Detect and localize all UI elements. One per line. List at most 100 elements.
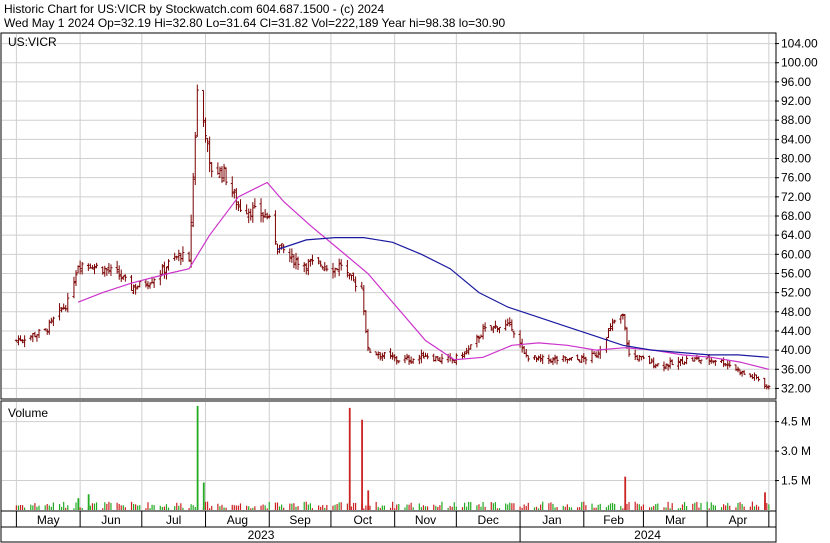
volume-bar (81, 507, 83, 510)
volume-bar (19, 505, 22, 510)
volume-bar (614, 504, 616, 510)
volume-bar (449, 506, 451, 510)
volume-bar (73, 508, 75, 510)
volume-bar (521, 507, 523, 510)
volume-bar (708, 508, 710, 510)
volume-bar (727, 502, 729, 510)
volume-bar (332, 505, 334, 510)
volume-bar (283, 507, 285, 510)
volume-bar (451, 506, 453, 510)
volume-bar (739, 502, 741, 510)
volume-bar (363, 508, 365, 510)
volume-bar (542, 501, 544, 510)
volume-bar (36, 506, 38, 510)
volume-bar (235, 505, 237, 510)
volume-bar (435, 505, 437, 510)
volume-bar (254, 506, 256, 510)
volume-bar (757, 506, 760, 510)
volume-bar (710, 502, 712, 510)
volume-bar (260, 505, 262, 510)
volume-bar (498, 508, 501, 510)
volume-bar (437, 506, 439, 510)
volume-bar (642, 504, 645, 510)
volume-bar (548, 503, 550, 510)
volume-bar (334, 504, 336, 510)
price-axis: 104.00 100.00 96.00 92.00 88.00 84.00 80.00 76.… (775, 37, 818, 395)
volume-bar (593, 507, 595, 510)
volume-bar (320, 506, 322, 510)
volume-bar (30, 504, 32, 510)
volume-bar (303, 501, 305, 510)
volume-bar (751, 501, 753, 510)
volume-bar (466, 506, 468, 510)
volume-bar (297, 506, 299, 510)
volume-bar (540, 504, 542, 510)
volume-bar (527, 502, 529, 510)
volume-bar (696, 501, 698, 510)
volume-bar (749, 506, 751, 510)
price-tick-label: 92.00 (781, 94, 811, 108)
month-label: Apr (729, 513, 748, 527)
price-tick-label: 36.00 (781, 362, 811, 376)
volume-bar (217, 503, 219, 510)
volume-bar (396, 504, 398, 510)
volume-bar (124, 507, 126, 510)
symbol-label: US:VICR (8, 35, 57, 49)
volume-bar (231, 504, 233, 510)
volume-bar (441, 501, 443, 510)
volume-bar (110, 503, 112, 510)
month-label: Sep (289, 513, 311, 527)
volume-bar (406, 504, 408, 510)
volume-bar (276, 502, 279, 510)
volume-bar (389, 507, 392, 510)
volume-bar (533, 507, 536, 510)
volume-bar (305, 501, 307, 510)
volume-bar (622, 508, 624, 510)
volume-bar (67, 505, 69, 510)
volume-bar (192, 505, 194, 510)
volume-bar (44, 505, 46, 510)
volume-bar (447, 508, 449, 510)
volume-bar (266, 508, 268, 510)
volume-bar (398, 504, 400, 510)
volume-bar (581, 501, 583, 510)
volume-bar (665, 507, 667, 510)
volume-bar (638, 504, 640, 510)
volume-bar (61, 506, 63, 510)
volume-bar (38, 505, 40, 510)
volume-bar (723, 504, 725, 510)
price-tick-label: 56.00 (781, 266, 811, 280)
volume-bar (246, 505, 248, 510)
volume-bar (161, 506, 163, 510)
volume-bar (755, 504, 758, 510)
volume-bar (79, 507, 81, 510)
volume-bar (223, 507, 225, 510)
volume-spike-bar (196, 405, 199, 510)
volume-bar (720, 507, 723, 510)
year-label: 2023 (248, 528, 275, 542)
volume-tick-label: 4.5 M (781, 415, 811, 429)
volume-bar (599, 503, 601, 510)
year-label: 2024 (634, 528, 661, 542)
volume-bar (743, 506, 745, 510)
price-tick-label: 76.00 (781, 171, 811, 185)
price-tick-label: 88.00 (781, 113, 811, 127)
volume-bar (219, 506, 221, 510)
volume-bar (32, 505, 34, 510)
volume-bar (511, 503, 513, 510)
volume-bar (692, 503, 694, 510)
volume-bar (350, 506, 353, 510)
price-tick-label: 100.00 (781, 56, 818, 70)
month-label: Dec (478, 513, 499, 527)
volume-bar (248, 506, 250, 510)
volume-bar (137, 505, 139, 510)
volume-bar (180, 503, 182, 510)
volume-bar (478, 504, 480, 510)
volume-bar (237, 505, 240, 510)
price-tick-label: 32.00 (781, 381, 811, 395)
volume-spike-bar (367, 490, 370, 510)
volume-bar (564, 506, 566, 510)
quote-summary: Wed May 1 2024 Op=32.19 Hi=32.80 Lo=31.6… (4, 16, 506, 30)
price-tick-label: 48.00 (781, 305, 811, 319)
volume-bar (628, 502, 630, 510)
